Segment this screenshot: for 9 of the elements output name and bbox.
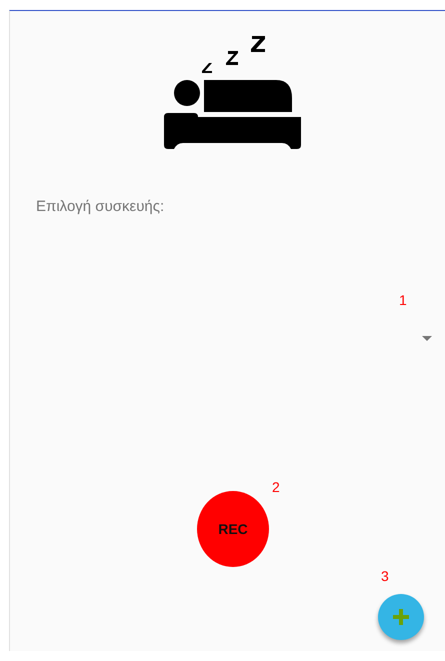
sleeping-bed-icon [164, 33, 301, 150]
annotation-number: 2 [272, 479, 280, 495]
dropdown-caret-icon[interactable] [422, 336, 432, 341]
annotation-number: 3 [381, 568, 389, 584]
plus-icon [393, 609, 409, 625]
add-button[interactable] [378, 594, 424, 640]
annotation-number: 1 [399, 292, 407, 308]
device-label: Επιλογή συσκευής: [36, 198, 164, 215]
record-button[interactable]: REC [197, 491, 269, 567]
